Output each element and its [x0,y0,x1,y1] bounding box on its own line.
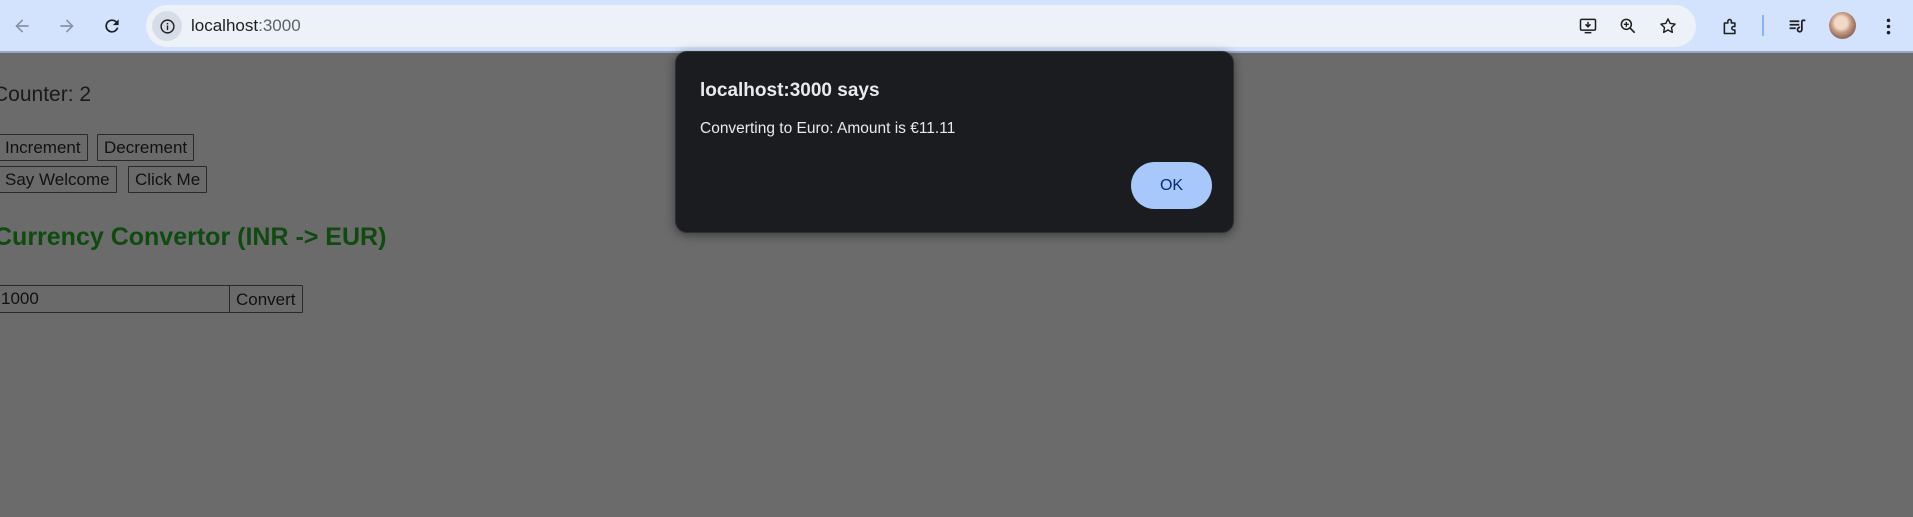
site-info-icon [159,18,175,34]
convert-button[interactable]: Convert [229,285,303,313]
site-info-button[interactable] [152,11,182,41]
address-bar[interactable]: localhost:3000 [146,5,1696,47]
forward-arrow-icon [60,19,74,33]
increment-button[interactable]: Increment [0,134,88,161]
extensions-icon [1723,18,1736,34]
ok-button[interactable]: OK [1131,162,1212,209]
extensions-button[interactable] [1715,11,1745,41]
media-queue-icon [1789,19,1805,33]
back-button[interactable] [5,9,39,43]
kebab-menu-icon [1886,18,1890,34]
amount-input[interactable] [0,285,230,313]
decrement-button[interactable]: Decrement [97,134,195,161]
url-host: localhost [191,16,259,35]
url-text[interactable]: localhost:3000 [191,16,301,36]
click-me-button[interactable]: Click Me [128,166,208,193]
counter-text: Counter: 2 [0,83,92,106]
reload-button[interactable] [95,9,129,43]
say-welcome-button[interactable]: Say Welcome [0,166,117,193]
zoom-icon [1620,18,1636,34]
reload-icon [105,19,119,33]
currency-heading: Currency Convertor (INR -> EUR) [0,223,387,251]
install-app-button[interactable] [1575,13,1601,39]
dialog-message: Converting to Euro: Amount is €11.11 [700,120,956,137]
url-port: :3000 [258,16,301,35]
bookmark-star-icon [1660,18,1676,34]
install-app-icon [1579,18,1597,34]
dialog-title: localhost:3000 says [700,80,880,101]
bookmark-button[interactable] [1655,13,1681,39]
zoom-button[interactable] [1615,13,1641,39]
profile-avatar[interactable] [1829,12,1856,39]
forward-button[interactable] [50,9,84,43]
alert-dialog: localhost:3000 says Converting to Euro: … [675,51,1234,233]
media-queue-button[interactable] [1782,11,1812,41]
back-arrow-icon [15,19,29,33]
browser-toolbar: localhost:3000 [0,0,1913,53]
browser-menu-button[interactable] [1873,11,1903,41]
toolbar-divider [1762,15,1764,36]
